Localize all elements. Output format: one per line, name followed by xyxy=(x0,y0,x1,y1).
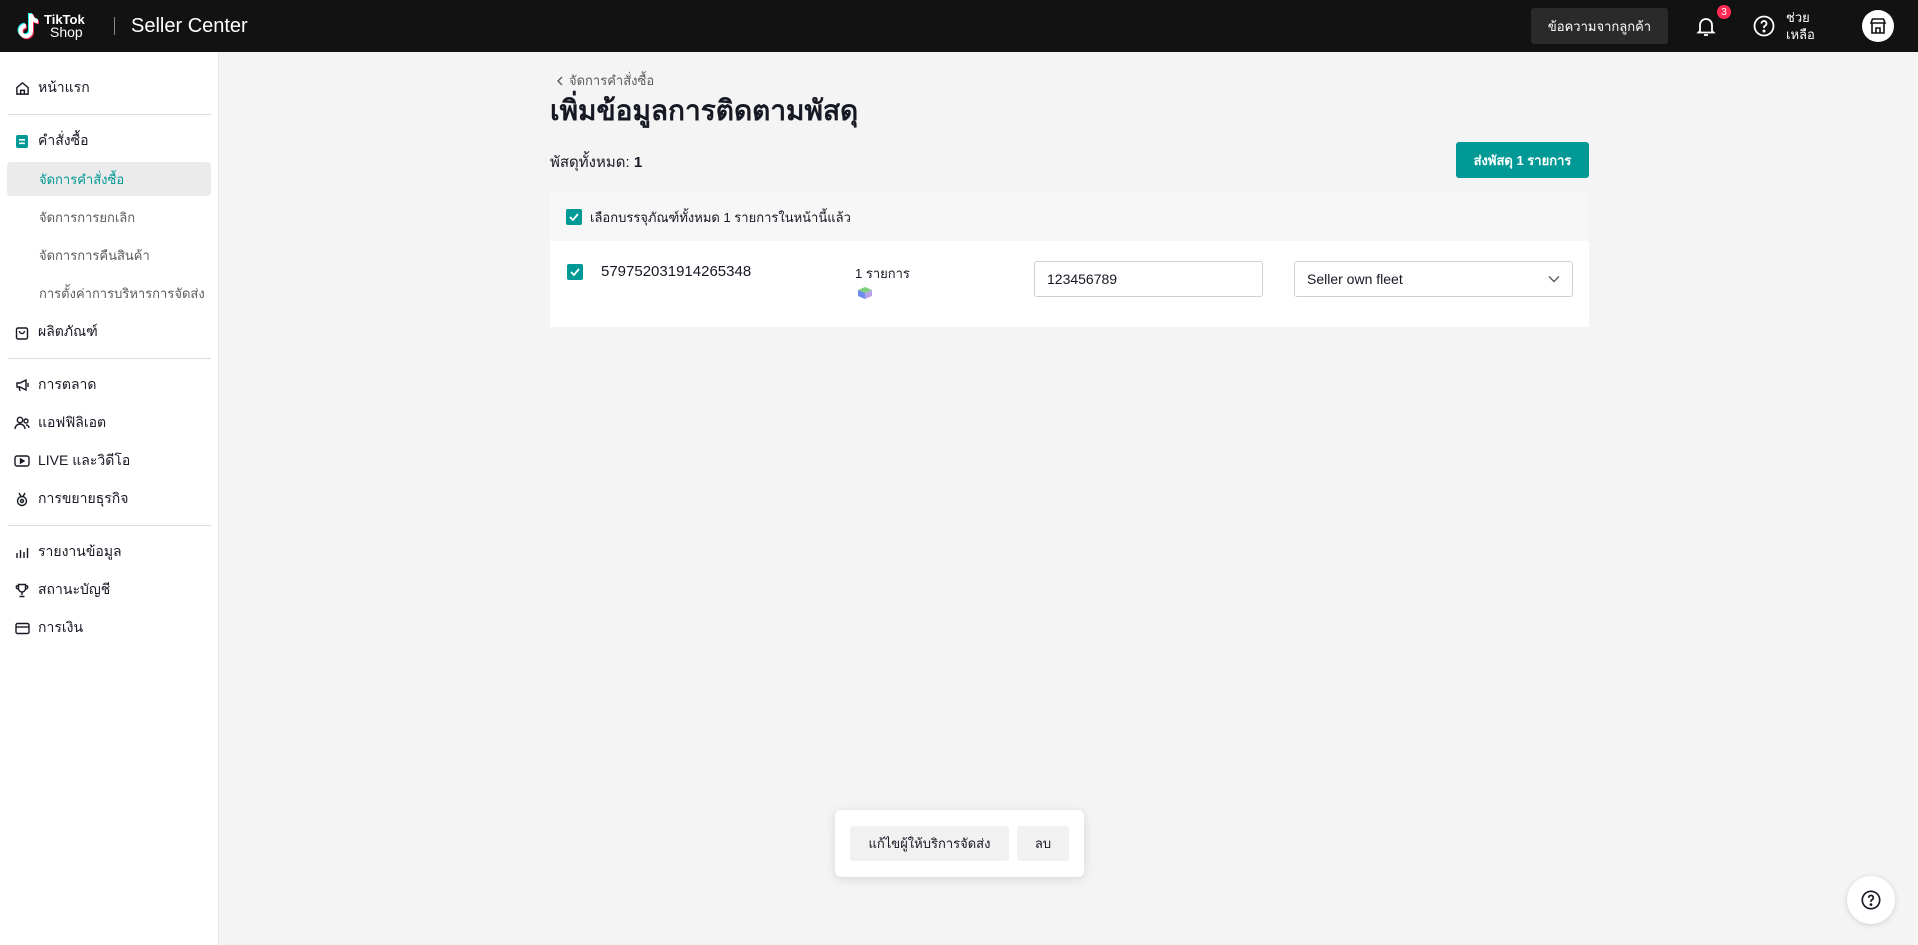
sidebar-item-affiliate[interactable]: แอฟฟิลิเอต xyxy=(14,412,106,434)
sidebar-item-label: แอฟฟิลิเอต xyxy=(38,414,107,430)
logo-separator xyxy=(114,17,115,35)
sidebar-item-label: คำสั่งซื้อ xyxy=(38,132,89,148)
sidebar-item-reports[interactable]: รายงานข้อมูล xyxy=(14,541,122,563)
sidebar-item-products[interactable]: ผลิตภัณฑ์ xyxy=(14,321,98,343)
tracking-number-input[interactable] xyxy=(1034,261,1263,297)
package-id: 579752031914265348 xyxy=(601,263,752,280)
select-all-checkbox[interactable] xyxy=(566,209,582,225)
select-all-row: เลือกบรรจุภัณฑ์ทั้งหมด 1 รายการในหน้านี้… xyxy=(550,193,1589,241)
sidebar-divider xyxy=(8,358,211,359)
sidebar-item-label: หน้าแรก xyxy=(38,79,90,95)
notification-bell-icon[interactable]: 3 xyxy=(1694,4,1732,38)
chevron-down-icon xyxy=(1548,276,1560,283)
trophy-icon xyxy=(14,582,30,598)
sidebar-subitem-cancellations[interactable]: จัดการการยกเลิก xyxy=(39,207,135,227)
product-thumbnail-icon[interactable] xyxy=(856,286,874,300)
edit-carrier-button[interactable]: แก้ไขผู้ให้บริการจัดส่ง xyxy=(850,826,1009,861)
shopping-bag-icon xyxy=(14,324,30,340)
medal-icon xyxy=(14,491,30,507)
package-row: 579752031914265348 1 รายการ Seller own f… xyxy=(550,241,1589,327)
sidebar-item-live-video[interactable]: LIVE และวิดีโอ xyxy=(14,450,130,472)
ship-packages-button[interactable]: ส่งพัสดุ 1 รายการ xyxy=(1456,142,1589,178)
sidebar-item-account-health[interactable]: สถานะบัญชี xyxy=(14,579,110,601)
video-play-icon xyxy=(14,453,30,469)
sidebar-item-orders[interactable]: คำสั่งซื้อ xyxy=(14,130,89,152)
package-checkbox[interactable] xyxy=(567,264,583,280)
carrier-selected-value: Seller own fleet xyxy=(1307,271,1403,287)
select-all-label: เลือกบรรจุภัณฑ์ทั้งหมด 1 รายการในหน้านี้… xyxy=(590,209,851,225)
shop-avatar-icon[interactable] xyxy=(1862,10,1894,42)
sidebar-item-label: การเงิน xyxy=(38,619,84,635)
sidebar-item-label: การขยายธุรกิจ xyxy=(38,490,129,506)
top-right-actions: ข้อความจากลูกค้า 3 ช่วยเหลือ xyxy=(1531,0,1918,52)
bar-chart-icon xyxy=(14,544,30,560)
home-icon xyxy=(14,80,30,96)
total-value: 1 xyxy=(633,154,643,171)
page-title: เพิ่มข้อมูลการติดตามพัสดุ xyxy=(550,95,859,126)
sidebar-item-finance[interactable]: การเงิน xyxy=(14,617,83,639)
bulk-action-bar: แก้ไขผู้ให้บริการจัดส่ง ลบ xyxy=(835,810,1084,877)
sidebar-divider xyxy=(8,114,211,115)
sidebar-item-label: การตลาด xyxy=(38,376,97,392)
users-icon xyxy=(14,415,30,431)
total-label: พัสดุทั้งหมด: xyxy=(550,154,634,171)
sidebar-item-label: ผลิตภัณฑ์ xyxy=(38,323,98,339)
carrier-select[interactable]: Seller own fleet xyxy=(1294,261,1573,297)
sidebar-item-marketing[interactable]: การตลาด xyxy=(14,374,96,396)
breadcrumb[interactable]: จัดการคำสั่งซื้อ xyxy=(556,70,654,91)
logo-line2: Shop xyxy=(50,24,83,40)
app-title: Seller Center xyxy=(131,14,248,37)
tiktok-logo-icon xyxy=(14,11,40,41)
sidebar-item-label: สถานะบัญชี xyxy=(38,581,111,597)
chevron-left-icon xyxy=(557,76,563,85)
sidebar-subitem-manage-orders[interactable]: จัดการคำสั่งซื้อ xyxy=(39,169,124,189)
help-label: ช่วยเหลือ xyxy=(1786,10,1815,42)
delete-button[interactable]: ลบ xyxy=(1017,826,1069,861)
logo-text: TikTok Shop xyxy=(44,13,100,39)
help-menu[interactable]: ช่วยเหลือ xyxy=(1752,9,1816,43)
package-items-count: 1 รายการ xyxy=(855,266,910,281)
customer-messages-button[interactable]: ข้อความจากลูกค้า xyxy=(1531,8,1668,44)
help-fab-icon[interactable] xyxy=(1847,876,1895,924)
sidebar-item-growth[interactable]: การขยายธุรกิจ xyxy=(14,488,128,510)
sidebar-subitem-shipping-settings[interactable]: การตั้งค่าการบริหารการจัดส่ง xyxy=(39,283,205,303)
total-packages: พัสดุทั้งหมด: 1 xyxy=(550,150,642,174)
sidebar: หน้าแรก คำสั่งซื้อ จัดการคำสั่งซื้อ จัดก… xyxy=(0,52,219,945)
check-icon xyxy=(569,213,579,221)
check-icon xyxy=(570,268,580,276)
wallet-icon xyxy=(14,620,30,636)
sidebar-item-label: LIVE และวิดีโอ xyxy=(38,452,131,468)
top-bar: TikTok Shop Seller Center ข้อความจากลูกค… xyxy=(0,0,1918,52)
sidebar-subitem-returns[interactable]: จัดการการคืนสินค้า xyxy=(39,245,150,265)
help-circle-icon xyxy=(1753,15,1775,37)
sidebar-divider xyxy=(8,525,211,526)
notification-badge: 3 xyxy=(1716,4,1732,20)
breadcrumb-label: จัดการคำสั่งซื้อ xyxy=(569,73,655,88)
megaphone-icon xyxy=(14,377,30,393)
sidebar-item-label: รายงานข้อมูล xyxy=(38,543,122,559)
tiktok-shop-logo[interactable]: TikTok Shop xyxy=(14,0,100,52)
orders-icon xyxy=(14,133,30,149)
sidebar-item-home[interactable]: หน้าแรก xyxy=(14,77,90,99)
